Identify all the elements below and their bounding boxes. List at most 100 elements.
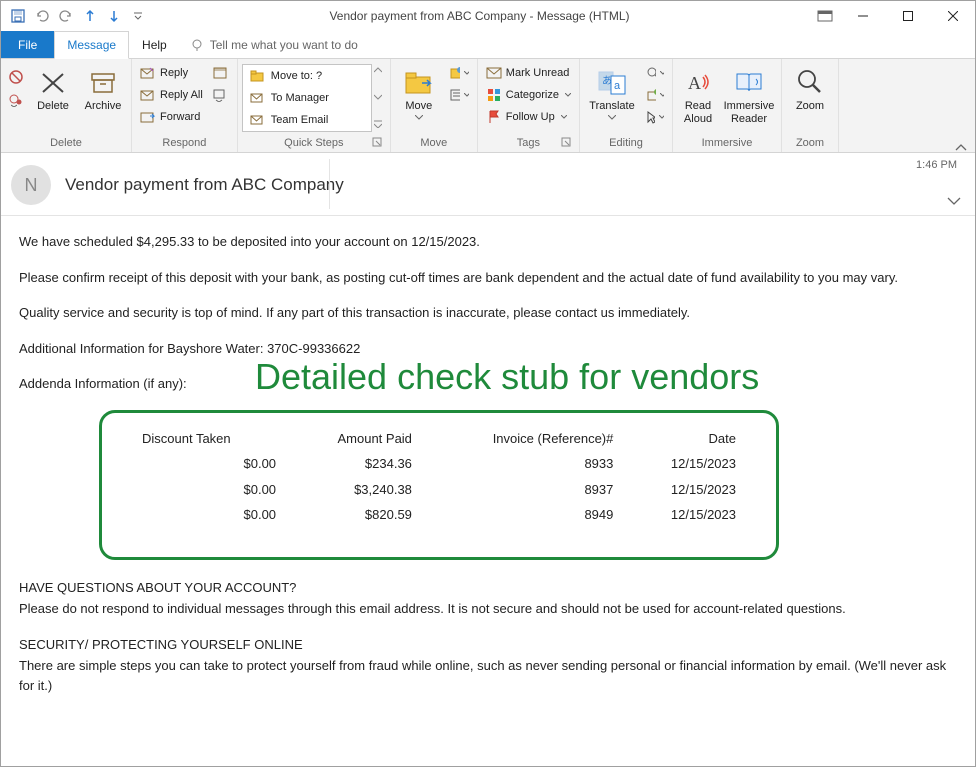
read-aloud-icon: A (682, 66, 714, 98)
group-label-tags: Tags (482, 135, 575, 152)
categorize-button[interactable]: Categorize (482, 84, 575, 106)
tell-me-search[interactable]: Tell me what you want to do (180, 31, 368, 58)
translate-button[interactable]: あa Translate (584, 62, 640, 120)
message-timestamp: 1:46 PM (916, 159, 957, 171)
body-paragraph: Quality service and security is top of m… (19, 303, 957, 323)
avatar: N (11, 165, 51, 205)
archive-icon (87, 66, 119, 98)
move-folder-icon (403, 66, 435, 98)
qs-more[interactable] (372, 118, 384, 130)
group-label-immersive: Immersive (677, 135, 777, 152)
group-respond: Reply Reply All Forward Respond (132, 59, 238, 152)
table-row: $0.00 $234.36 8933 12/15/2023 (132, 452, 746, 476)
move-button[interactable]: Move (395, 62, 443, 120)
group-label-delete: Delete (5, 135, 127, 152)
group-label-quick-steps: Quick Steps (242, 135, 386, 152)
quick-steps-scroll (372, 62, 386, 132)
mark-unread-button[interactable]: Mark Unread (482, 62, 575, 84)
svg-text:a: a (614, 80, 621, 92)
check-stub-box: Discount Taken Amount Paid Invoice (Refe… (99, 410, 779, 560)
group-quick-steps: Move to: ? To Manager Team Email Quick S… (238, 59, 391, 152)
folder-move-icon (249, 68, 265, 84)
close-button[interactable] (930, 1, 975, 31)
rules-button[interactable] (445, 62, 473, 84)
quick-steps-gallery: Move to: ? To Manager Team Email (242, 64, 372, 132)
collapse-ribbon-button[interactable] (947, 59, 975, 152)
delete-button[interactable]: Delete (29, 62, 77, 113)
undo-button[interactable] (31, 5, 53, 27)
body-paragraph: There are simple steps you can take to p… (19, 656, 957, 695)
col-header: Invoice (Reference)# (424, 427, 623, 451)
group-immersive: A Read Aloud Immersive Reader Immersive (673, 59, 782, 152)
find-button[interactable] (642, 62, 668, 84)
reply-all-icon (140, 87, 156, 103)
qs-to-manager[interactable]: To Manager (243, 87, 371, 109)
group-tags: Mark Unread Categorize Follow Up Tags (478, 59, 580, 152)
tab-help[interactable]: Help (129, 31, 180, 58)
chevron-down-icon (608, 115, 616, 120)
related-button[interactable] (642, 84, 668, 106)
ribbon-display-icon[interactable] (810, 1, 840, 31)
more-respond-button[interactable] (209, 84, 233, 106)
chevron-down-icon (415, 115, 423, 120)
prev-item-button[interactable] (79, 5, 101, 27)
group-editing: あa Translate Editing (580, 59, 673, 152)
window-title: Vendor payment from ABC Company - Messag… (149, 9, 810, 23)
body-paragraph: Please confirm receipt of this deposit w… (19, 268, 957, 288)
qs-scroll-up[interactable] (372, 64, 384, 76)
message-subject: Vendor payment from ABC Company (65, 175, 344, 195)
save-button[interactable] (7, 5, 29, 27)
actions-button[interactable] (445, 84, 473, 106)
table-row: $0.00 $3,240.38 8937 12/15/2023 (132, 478, 746, 502)
read-aloud-button[interactable]: A Read Aloud (677, 62, 719, 126)
tab-message[interactable]: Message (54, 31, 129, 59)
group-label-respond: Respond (136, 135, 233, 152)
qs-scroll-down[interactable] (372, 91, 384, 103)
next-item-button[interactable] (103, 5, 125, 27)
col-header: Date (625, 427, 746, 451)
table-row: $0.00 $820.59 8949 12/15/2023 (132, 503, 746, 527)
body-paragraph: We have scheduled $4,295.33 to be deposi… (19, 232, 957, 252)
archive-button[interactable]: Archive (79, 62, 127, 113)
immersive-reader-button[interactable]: Immersive Reader (721, 62, 777, 126)
tab-file[interactable]: File (1, 31, 54, 58)
redo-button[interactable] (55, 5, 77, 27)
quick-access-toolbar (1, 5, 149, 27)
lightbulb-icon (190, 38, 204, 52)
reply-all-button[interactable]: Reply All (136, 84, 207, 106)
zoom-button[interactable]: Zoom (786, 62, 834, 113)
translate-icon: あa (596, 66, 628, 98)
check-stub-table: Discount Taken Amount Paid Invoice (Refe… (130, 425, 748, 529)
mark-unread-icon (486, 65, 502, 81)
reply-icon (140, 65, 156, 81)
forward-button[interactable]: Forward (136, 106, 207, 128)
junk-button[interactable] (5, 88, 27, 110)
quick-steps-launcher[interactable] (372, 137, 384, 149)
col-header: Amount Paid (288, 427, 422, 451)
col-header: Discount Taken (132, 427, 286, 451)
annotation-label: Detailed check stub for vendors (255, 350, 759, 404)
header-divider (329, 159, 330, 209)
select-button[interactable] (642, 106, 668, 128)
follow-up-button[interactable]: Follow Up (482, 106, 575, 128)
title-bar: Vendor payment from ABC Company - Messag… (1, 1, 975, 31)
message-body: We have scheduled $4,295.33 to be deposi… (1, 216, 975, 727)
group-move: Move Move (391, 59, 478, 152)
minimize-button[interactable] (840, 1, 885, 31)
group-label-editing: Editing (584, 135, 668, 152)
maximize-button[interactable] (885, 1, 930, 31)
qs-team-email[interactable]: Team Email (243, 109, 371, 131)
reply-button[interactable]: Reply (136, 62, 207, 84)
meeting-button[interactable] (209, 62, 233, 84)
ignore-button[interactable] (5, 66, 27, 88)
group-zoom: Zoom Zoom (782, 59, 839, 152)
tags-launcher[interactable] (561, 137, 573, 149)
group-label-zoom: Zoom (786, 135, 834, 152)
body-paragraph: Please do not respond to individual mess… (19, 599, 957, 619)
qat-customize-button[interactable] (127, 5, 149, 27)
delete-icon (37, 66, 69, 98)
qs-move-to[interactable]: Move to: ? (243, 65, 371, 87)
expand-header-button[interactable] (947, 197, 961, 205)
categorize-icon (486, 87, 502, 103)
to-manager-icon (249, 90, 265, 106)
